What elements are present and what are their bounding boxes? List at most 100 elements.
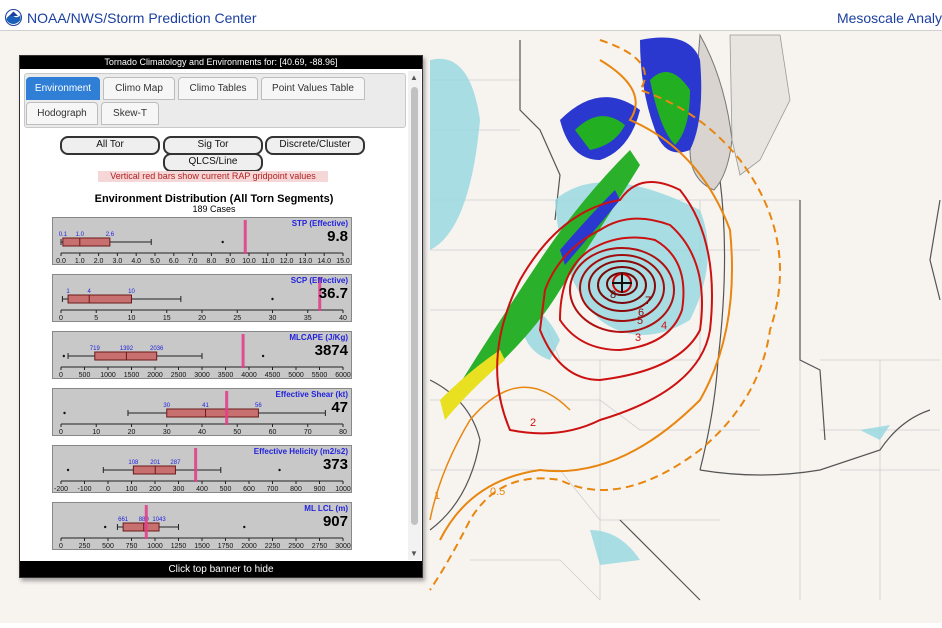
box-label: 1.0 xyxy=(76,232,85,238)
scroll-down-icon[interactable]: ▼ xyxy=(410,549,418,558)
tick-label: 25 xyxy=(233,315,241,321)
tick-label: 15.0 xyxy=(336,258,350,264)
iqr-box xyxy=(132,465,176,475)
current-value-bar xyxy=(243,220,247,254)
contour-label-1: 1 xyxy=(434,490,441,502)
box-label: 2036 xyxy=(150,346,164,352)
box-label: 1043 xyxy=(152,517,166,523)
tick-label: 10.0 xyxy=(242,258,256,264)
mesoscale-analysis-title[interactable]: Mesoscale Analy xyxy=(837,10,942,26)
chart-4: -200 -100 0 100 200 300 400 500 600 700 800 900 1000… xyxy=(52,445,352,493)
tick-label: -100 xyxy=(77,486,91,492)
tick-label: 0 xyxy=(59,372,63,378)
iqr-box xyxy=(166,408,259,418)
current-value-text: 907 xyxy=(322,513,348,530)
tab-climo-tables[interactable]: Climo Tables xyxy=(178,77,258,100)
tick-label: 2500 xyxy=(288,543,304,549)
tick-label: 3000 xyxy=(194,372,210,378)
tick-label: 4000 xyxy=(241,372,257,378)
chart-title: STP (Effective) xyxy=(291,219,348,228)
chart-3: 0 10 20 30 40 50 60 70 80 30 41 56 Effective Shear (… xyxy=(52,388,352,436)
tick-label: 0 xyxy=(59,543,63,549)
current-value-text: 47 xyxy=(331,399,348,416)
tick-label: 900 xyxy=(314,486,326,492)
outlier-point xyxy=(261,354,265,358)
tick-label: 1000 xyxy=(335,486,351,492)
tick-label: 800 xyxy=(290,486,302,492)
contour-label-3: 3 xyxy=(635,332,642,344)
box-label: 56 xyxy=(255,403,262,409)
current-value-text: 373 xyxy=(322,456,348,473)
iqr-box xyxy=(94,351,158,361)
tick-label: 300 xyxy=(173,486,185,492)
tab-bar: Environment Climo Map Climo Tables Point… xyxy=(24,73,406,128)
outlier-point xyxy=(221,240,224,244)
outlier-point xyxy=(103,525,107,529)
tick-label: 500 xyxy=(79,372,91,378)
tick-label: 11.0 xyxy=(261,258,274,264)
iqr-box xyxy=(67,294,133,304)
outlier-point xyxy=(66,468,70,472)
box-label: 0.1 xyxy=(59,232,68,238)
current-value-text: 9.8 xyxy=(327,228,348,245)
box-label: 1 xyxy=(66,289,70,295)
tick-label: 20 xyxy=(198,315,206,321)
panel-banner[interactable]: Tornado Climatology and Environments for… xyxy=(20,56,422,69)
tab-skew-t[interactable]: Skew-T xyxy=(101,102,159,125)
current-value-bar xyxy=(194,448,198,482)
tick-label: 5 xyxy=(94,315,98,321)
tab-climo-map[interactable]: Climo Map xyxy=(103,77,175,100)
iqr-box xyxy=(62,237,111,247)
panel-footer[interactable]: Click top banner to hide xyxy=(20,561,422,577)
current-value-bar xyxy=(241,334,245,368)
chart-title: Effective Shear (kt) xyxy=(275,390,348,399)
tick-label: 1250 xyxy=(171,543,187,549)
page-title[interactable]: NOAA/NWS/Storm Prediction Center xyxy=(27,10,257,26)
filter-qlcs-line-button[interactable]: QLCS/Line xyxy=(163,153,263,172)
chart-5: 0 250 500 750 1000 1250 1500 1750 2000 2250 2500 27… xyxy=(52,502,352,550)
tick-label: 1750 xyxy=(218,543,234,549)
contour-label-7: 7 xyxy=(645,295,652,307)
scroll-up-icon[interactable]: ▲ xyxy=(410,73,418,82)
tick-label: 2750 xyxy=(312,543,328,549)
tick-label: 2000 xyxy=(147,372,163,378)
tab-hodograph[interactable]: Hodograph xyxy=(26,102,98,125)
box-label: 2.6 xyxy=(106,232,115,238)
chart-title: ML LCL (m) xyxy=(304,504,348,513)
tick-label: 13.0 xyxy=(299,258,313,264)
box-label: 30 xyxy=(163,403,170,409)
tab-point-values-table[interactable]: Point Values Table xyxy=(261,77,365,100)
tick-label: 0.0 xyxy=(56,258,66,264)
panel-scrollbar[interactable]: ▲ ▼ xyxy=(408,71,421,560)
noaa-logo-icon xyxy=(5,9,22,26)
filter-all-tor-button[interactable]: All Tor xyxy=(60,136,160,155)
current-value-bar xyxy=(144,505,148,539)
box-label: 287 xyxy=(170,460,181,466)
tick-label: 80 xyxy=(339,429,347,435)
scrollbar-thumb[interactable] xyxy=(411,87,418,525)
tick-label: 0 xyxy=(59,429,63,435)
tick-label: 5.0 xyxy=(150,258,160,264)
tick-label: 6000 xyxy=(335,372,351,378)
tick-label: 6.0 xyxy=(169,258,179,264)
box-label: 201 xyxy=(150,460,161,466)
tick-label: -200 xyxy=(54,486,68,492)
tick-label: 14.0 xyxy=(317,258,331,264)
tick-label: 600 xyxy=(243,486,255,492)
filter-discrete-cluster-button[interactable]: Discrete/Cluster xyxy=(265,136,365,155)
tick-label: 70 xyxy=(304,429,312,435)
chart-0: 0.0 1.0 2.0 3.0 4.0 5.0 6.0 7.0 8.0 9.0 10.0 11.0 12… xyxy=(52,217,352,265)
tick-label: 60 xyxy=(269,429,277,435)
tick-label: 8.0 xyxy=(207,258,217,264)
tick-label: 4.0 xyxy=(131,258,141,264)
tick-label: 7.0 xyxy=(188,258,198,264)
box-label: 661 xyxy=(118,517,129,523)
tick-label: 1000 xyxy=(147,543,163,549)
tab-environment[interactable]: Environment xyxy=(26,77,100,100)
tick-label: 1000 xyxy=(100,372,116,378)
current-value-text: 36.7 xyxy=(318,285,348,302)
tick-label: 30 xyxy=(269,315,277,321)
tick-label: 0 xyxy=(59,315,63,321)
box-label: 10 xyxy=(128,289,135,295)
tick-label: 2500 xyxy=(171,372,187,378)
